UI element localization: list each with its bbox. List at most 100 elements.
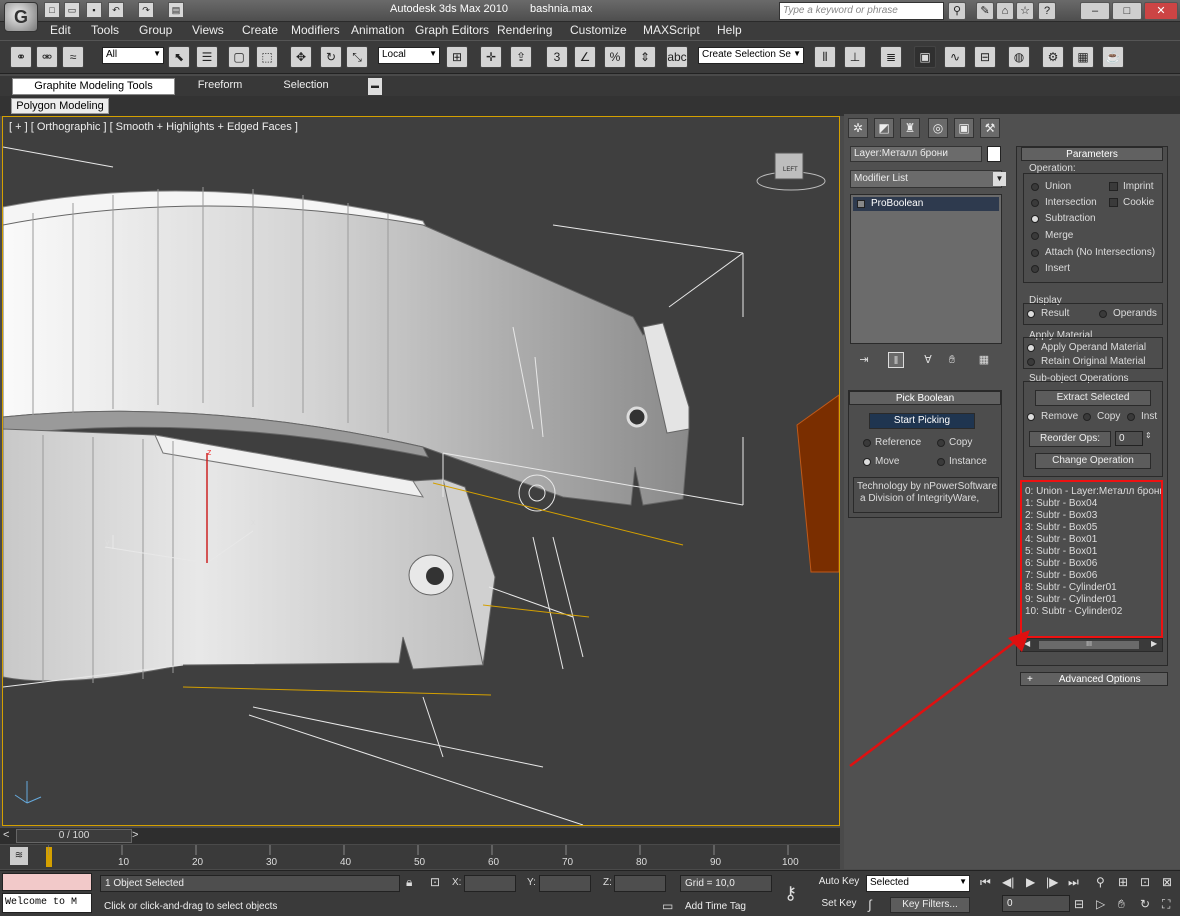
time-slider[interactable]: < 0 / 100 >: [0, 828, 840, 844]
scroll-thumb[interactable]: III: [1039, 641, 1139, 649]
render-setup-icon[interactable]: ⚙: [1042, 46, 1064, 68]
rendered-frame-icon[interactable]: ▦: [1072, 46, 1094, 68]
display-operands-radio[interactable]: [1099, 310, 1107, 318]
undo-icon[interactable]: ↶: [108, 2, 124, 18]
selection-filter-dropdown[interactable]: All: [102, 47, 164, 64]
remove-radio[interactable]: [1027, 413, 1035, 421]
save-file-icon[interactable]: ▪: [86, 2, 102, 18]
list-item[interactable]: 8: Subtr - Cylinder01: [1025, 582, 1117, 593]
edit-named-selection-icon[interactable]: abc: [666, 46, 688, 68]
viewcube-face-label[interactable]: LEFT: [783, 167, 798, 173]
time-config-icon[interactable]: ⊟: [1074, 897, 1084, 911]
make-unique-icon[interactable]: ∀: [920, 352, 936, 368]
operations-list[interactable]: 0: Union - Layer:Металл брони 1: Subtr -…: [1020, 480, 1163, 638]
selection-region-icon[interactable]: ▢: [228, 46, 250, 68]
prev-frame-arrow-icon[interactable]: <: [3, 829, 9, 841]
dropdown-arrow-icon[interactable]: ▼: [993, 172, 1006, 186]
modifier-list-dropdown[interactable]: Modifier List ▼: [850, 170, 1006, 188]
set-key-mode-key-icon[interactable]: ⚷: [784, 883, 797, 904]
schematic-view-icon[interactable]: ⊟: [974, 46, 996, 68]
menu-rendering[interactable]: Rendering: [497, 23, 552, 37]
menu-views[interactable]: Views: [192, 23, 224, 37]
scale-icon[interactable]: ⤡: [346, 46, 368, 68]
list-item[interactable]: 3: Subtr - Box05: [1025, 522, 1097, 533]
hierarchy-tab-icon[interactable]: ♜: [900, 118, 920, 138]
auto-key-button[interactable]: Auto Key: [816, 875, 862, 891]
maximize-button[interactable]: □: [1112, 2, 1142, 20]
lock-selection-icon[interactable]: 🔒︎: [406, 875, 412, 890]
move-radio[interactable]: [863, 458, 871, 466]
bind-space-warp-icon[interactable]: ≈: [62, 46, 84, 68]
start-picking-button[interactable]: Start Picking: [869, 413, 975, 429]
search-input[interactable]: Type a keyword or phrase: [779, 2, 944, 20]
union-radio[interactable]: [1031, 183, 1039, 191]
time-tag-icon[interactable]: ▭: [662, 899, 673, 913]
graphite-toggle-icon[interactable]: ▣: [914, 46, 936, 68]
next-frame-icon[interactable]: |▶: [1046, 875, 1058, 889]
list-item[interactable]: 6: Subtr - Box06: [1025, 558, 1097, 569]
zoom-all-icon[interactable]: ⊞: [1118, 875, 1128, 889]
reorder-ops-field[interactable]: 0: [1115, 431, 1143, 446]
list-item[interactable]: 0: Union - Layer:Металл брони: [1025, 486, 1161, 497]
imprint-checkbox[interactable]: [1109, 182, 1118, 191]
object-name-field[interactable]: Layer:Металл брони: [850, 146, 982, 162]
key-filters-button[interactable]: Key Filters...: [890, 897, 970, 913]
tab-polygon-modeling[interactable]: Polygon Modeling: [11, 98, 109, 114]
menu-customize[interactable]: Customize: [570, 23, 627, 37]
application-button-icon[interactable]: G: [4, 2, 38, 32]
pick-boolean-title[interactable]: Pick Boolean: [849, 391, 1001, 405]
maxscript-listener[interactable]: Welcome to M: [2, 893, 92, 913]
add-time-tag[interactable]: Add Time Tag: [685, 901, 746, 912]
percent-snap-icon[interactable]: %: [604, 46, 626, 68]
set-key-button[interactable]: Set Key: [816, 897, 862, 913]
tab-selection[interactable]: Selection: [266, 78, 346, 95]
utilities-tab-icon[interactable]: ⚒: [980, 118, 1000, 138]
minimize-button[interactable]: –: [1080, 2, 1110, 20]
help-icon[interactable]: ?: [1038, 2, 1056, 20]
absolute-mode-icon[interactable]: ⊡: [430, 875, 440, 889]
reorder-spinner-icon[interactable]: ⇕: [1145, 431, 1152, 440]
z-coordinate-field[interactable]: [614, 875, 666, 892]
render-production-icon[interactable]: ☕: [1102, 46, 1124, 68]
maximize-viewport-icon[interactable]: ⛶: [1162, 897, 1170, 912]
subtraction-radio[interactable]: [1031, 215, 1039, 223]
orthographic-viewport[interactable]: [ + ] [ Orthographic ] [ Smooth + Highli…: [2, 116, 840, 826]
extract-selected-button[interactable]: Extract Selected: [1035, 390, 1151, 406]
tab-freeform[interactable]: Freeform: [180, 78, 260, 95]
menu-create[interactable]: Create: [242, 23, 278, 37]
mini-curve-editor-icon[interactable]: ≋: [10, 847, 28, 865]
operations-hscrollbar[interactable]: ◀ III ▶: [1020, 638, 1163, 652]
keyboard-shortcut-icon[interactable]: ⇪: [510, 46, 532, 68]
pivot-center-icon[interactable]: ⊞: [446, 46, 468, 68]
advanced-options-rollout[interactable]: + Advanced Options: [1020, 672, 1168, 686]
retain-original-material-radio[interactable]: [1027, 358, 1035, 366]
attach-radio[interactable]: [1031, 249, 1039, 257]
tab-graphite-modeling-tools[interactable]: Graphite Modeling Tools: [12, 78, 175, 95]
remove-modifier-icon[interactable]: ✋︎: [944, 352, 960, 368]
next-frame-arrow-icon[interactable]: >: [132, 829, 138, 841]
zoom-extents-icon[interactable]: ⊡: [1140, 875, 1150, 889]
default-tangents-icon[interactable]: ∫: [868, 897, 872, 912]
intersection-radio[interactable]: [1031, 199, 1039, 207]
redo-icon[interactable]: ↷: [138, 2, 154, 18]
snaps-toggle-icon[interactable]: 3: [546, 46, 568, 68]
menu-graph-editors[interactable]: Graph Editors: [415, 23, 489, 37]
select-by-name-icon[interactable]: ☰: [196, 46, 218, 68]
menu-maxscript[interactable]: MAXScript: [643, 23, 700, 37]
align-icon[interactable]: ⊥: [844, 46, 866, 68]
copy-subobj-radio[interactable]: [1083, 413, 1091, 421]
merge-radio[interactable]: [1031, 232, 1039, 240]
copy-radio[interactable]: [937, 439, 945, 447]
mirror-icon[interactable]: ⫴: [814, 46, 836, 68]
menu-group[interactable]: Group: [139, 23, 172, 37]
menu-help[interactable]: Help: [717, 23, 742, 37]
binoculars-icon[interactable]: ⚲: [948, 2, 966, 20]
rotate-icon[interactable]: ↻: [320, 46, 342, 68]
field-of-view-icon[interactable]: ▷: [1096, 897, 1105, 911]
list-item[interactable]: 4: Subtr - Box01: [1025, 534, 1097, 545]
previous-frame-icon[interactable]: ◀|: [1002, 875, 1014, 889]
reference-radio[interactable]: [863, 439, 871, 447]
list-item[interactable]: 10: Subtr - Cylinder02: [1025, 606, 1122, 617]
list-item[interactable]: 2: Subtr - Box03: [1025, 510, 1097, 521]
change-operation-button[interactable]: Change Operation: [1035, 453, 1151, 469]
